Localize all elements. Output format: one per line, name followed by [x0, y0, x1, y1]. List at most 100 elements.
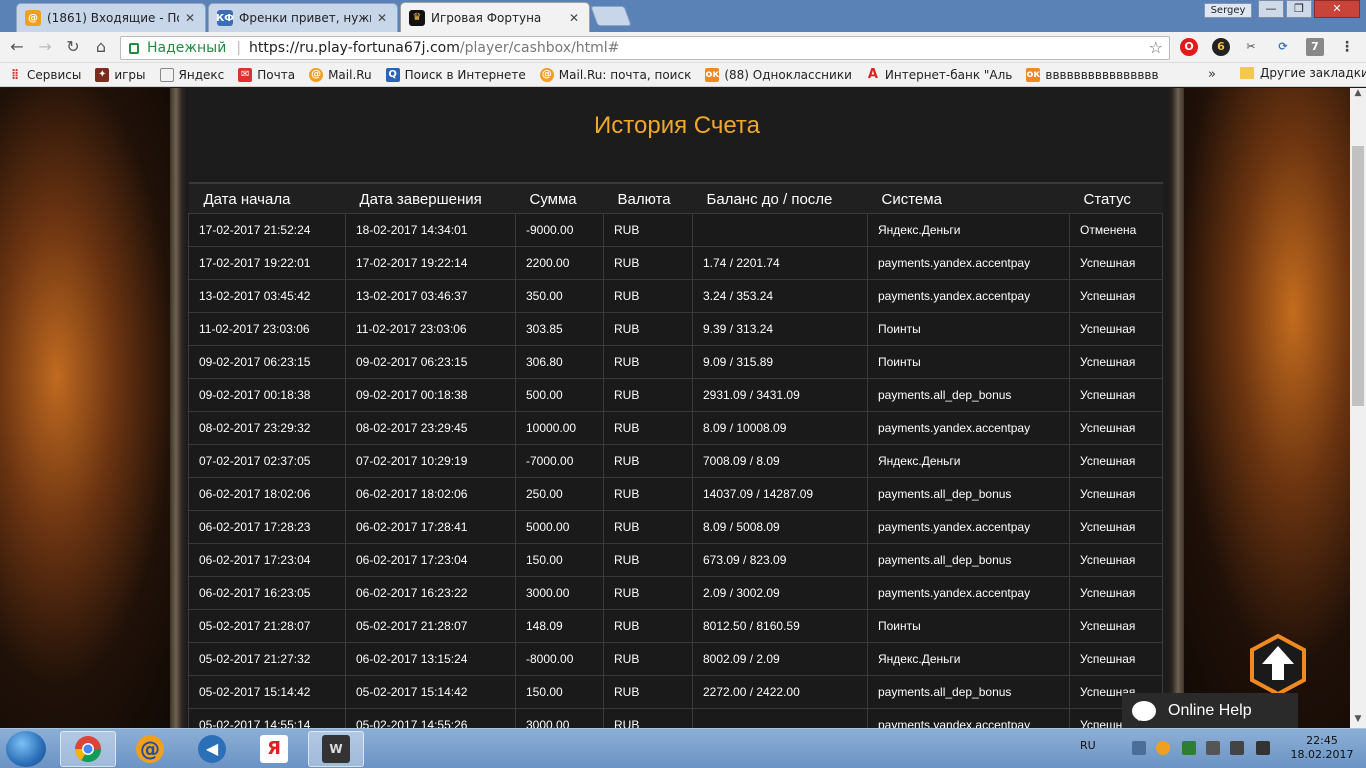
- amount-cell: 150.00: [515, 542, 604, 577]
- home-icon[interactable]: ⌂: [90, 36, 112, 58]
- back-icon[interactable]: ←: [6, 36, 28, 58]
- new-tab-button[interactable]: [590, 6, 632, 26]
- online-help-button[interactable]: Online Help: [1122, 693, 1298, 728]
- forward-icon[interactable]: →: [34, 36, 56, 58]
- system-cell: Яндекс.Деньги: [867, 641, 1070, 676]
- flag-icon[interactable]: [1132, 741, 1146, 755]
- system-cell: Яндекс.Деньги: [867, 443, 1070, 478]
- background-right: [1160, 88, 1350, 728]
- table-header-row: Дата начала Дата завершения Сумма Валюта…: [188, 182, 1163, 213]
- balance-cell: 8012.50 / 8160.59: [692, 608, 868, 643]
- taskbar-media-player[interactable]: ◀: [184, 731, 240, 767]
- url-host: https://ru.play-fortuna67j.com: [249, 40, 460, 56]
- windows-taskbar: @ ◀ Я W RU 22:45 18.02.2017: [0, 728, 1366, 768]
- extension-7-icon[interactable]: 7: [1306, 38, 1324, 56]
- bookmark-mailru[interactable]: @ Mail.Ru: [309, 67, 372, 82]
- start-date-cell: 17-02-2017 19:22:01: [188, 245, 346, 280]
- mail-at-icon: @: [25, 10, 41, 26]
- tools-icon[interactable]: ✂: [1242, 38, 1260, 56]
- close-icon[interactable]: ✕: [183, 11, 197, 25]
- system-clock[interactable]: 22:45 18.02.2017: [1284, 734, 1360, 762]
- scroll-up-arrow-icon[interactable]: ▲: [1350, 88, 1366, 102]
- system-cell: payments.yandex.accentpay: [867, 410, 1070, 445]
- table-row: 06-02-2017 16:23:05 06-02-2017 16:23:22 30…: [188, 575, 1163, 610]
- bookmark-mail[interactable]: ✉ Почта: [238, 67, 296, 82]
- currency-cell: RUB: [603, 410, 693, 445]
- tab-title: Френки привет, нужна т: [239, 11, 371, 25]
- close-icon[interactable]: ✕: [567, 11, 581, 25]
- bookmark-yandex[interactable]: Яндекс: [159, 67, 224, 82]
- bookmark-search[interactable]: Q Поиск в Интернете: [385, 67, 526, 82]
- status-cell: Отменена: [1069, 212, 1163, 247]
- other-bookmarks[interactable]: Другие закладки: [1240, 66, 1366, 80]
- system-cell: payments.all_dep_bonus: [867, 674, 1070, 709]
- address-bar[interactable]: Надежный | https://ru.play-fortuna67j.co…: [120, 36, 1170, 60]
- amount-cell: 250.00: [515, 476, 604, 511]
- scroll-down-arrow-icon[interactable]: ▼: [1350, 714, 1366, 728]
- tab-kf[interactable]: КФ Френки привет, нужна т ✕: [208, 3, 398, 32]
- taskbar-yandex[interactable]: Я: [246, 731, 302, 767]
- reload-icon[interactable]: ↻: [62, 36, 84, 58]
- amount-cell: 303.85: [515, 311, 604, 346]
- close-icon[interactable]: ✕: [375, 11, 389, 25]
- bookmark-label: Почта: [257, 67, 296, 82]
- currency-cell: RUB: [603, 476, 693, 511]
- balance-cell: 9.09 / 315.89: [692, 344, 868, 379]
- menu-icon[interactable]: ⋮: [1338, 38, 1356, 56]
- status-cell: Успешная: [1069, 278, 1163, 313]
- status-cell: Успешная: [1069, 377, 1163, 412]
- device-icon[interactable]: [1206, 741, 1220, 755]
- url-path: /player/cashbox/html#: [459, 40, 620, 56]
- column-header-system: Система: [867, 182, 1070, 213]
- bookmark-games[interactable]: ✦ игры: [95, 67, 146, 82]
- minimize-button[interactable]: —: [1258, 0, 1284, 18]
- bookmark-v[interactable]: ок вввввввввввввввв: [1026, 67, 1159, 82]
- taskbar-mail-agent[interactable]: @: [122, 731, 178, 767]
- status-cell: Успешная: [1069, 311, 1163, 346]
- tab-mail[interactable]: @ (1861) Входящие - Почта ✕: [16, 3, 206, 32]
- separator: |: [236, 40, 242, 56]
- bookmarks-bar: ⣿ Сервисы ✦ игры Яндекс ✉ Почта @ Mail.Ru QП…: [0, 63, 1366, 87]
- scrollbar-thumb[interactable]: [1352, 146, 1364, 406]
- table-row: 05-02-2017 21:28:07 05-02-2017 21:28:07 14…: [188, 608, 1163, 643]
- amount-cell: 3000.00: [515, 575, 604, 610]
- balance-cell: 2.09 / 3002.09: [692, 575, 868, 610]
- bookmark-odnoklassniki[interactable]: ок (88) Одноклассники: [705, 67, 852, 82]
- profile-button[interactable]: Sergey: [1204, 3, 1252, 18]
- close-window-button[interactable]: ✕: [1314, 0, 1360, 18]
- security-icon[interactable]: [1182, 741, 1196, 755]
- volume-icon[interactable]: [1256, 741, 1270, 755]
- page-title: История Счета: [594, 112, 760, 139]
- table-row: 06-02-2017 17:23:04 06-02-2017 17:23:04 15…: [188, 542, 1163, 577]
- status-cell: Успешная: [1069, 443, 1163, 478]
- bookmark-mailru-search[interactable]: @ Mail.Ru: почта, поиск: [539, 67, 691, 82]
- opera-icon[interactable]: O: [1180, 38, 1198, 56]
- taskbar-chrome[interactable]: [60, 731, 116, 767]
- page-scrollbar[interactable]: ▲ ▼: [1350, 88, 1366, 728]
- extension-icon[interactable]: 6: [1212, 38, 1230, 56]
- amount-cell: -9000.00: [515, 212, 604, 247]
- taskbar-world-of-tanks[interactable]: W: [308, 731, 364, 767]
- online-help-label: Online Help: [1168, 701, 1252, 719]
- sync-icon[interactable]: ⟳: [1274, 38, 1292, 56]
- amount-cell: -7000.00: [515, 443, 604, 478]
- mail-agent-tray-icon[interactable]: [1156, 741, 1170, 755]
- start-button[interactable]: [6, 731, 46, 767]
- balance-cell: 3.24 / 353.24: [692, 278, 868, 313]
- maximize-button[interactable]: ❐: [1286, 0, 1312, 18]
- tab-fortuna[interactable]: ♛ Игровая Фортуна ✕: [400, 2, 590, 32]
- end-date-cell: 05-02-2017 21:28:07: [345, 608, 516, 643]
- network-icon[interactable]: [1230, 741, 1244, 755]
- language-indicator[interactable]: RU: [1080, 739, 1096, 752]
- bookmarks-more-button[interactable]: »: [1208, 67, 1216, 82]
- status-cell: Успешная: [1069, 344, 1163, 379]
- table-row: 09-02-2017 06:23:15 09-02-2017 06:23:15 30…: [188, 344, 1163, 379]
- bookmark-services[interactable]: ⣿ Сервисы: [8, 68, 81, 82]
- status-cell: Успешная: [1069, 542, 1163, 577]
- scroll-to-top-button[interactable]: [1250, 634, 1306, 696]
- bookmark-label: Интернет-банк "Аль: [884, 67, 1013, 82]
- currency-cell: RUB: [603, 674, 693, 709]
- bookmark-alfa[interactable]: A Интернет-банк "Аль: [866, 67, 1013, 82]
- bookmark-star-icon[interactable]: ☆: [1149, 38, 1163, 57]
- column-header-amount: Сумма: [515, 182, 604, 213]
